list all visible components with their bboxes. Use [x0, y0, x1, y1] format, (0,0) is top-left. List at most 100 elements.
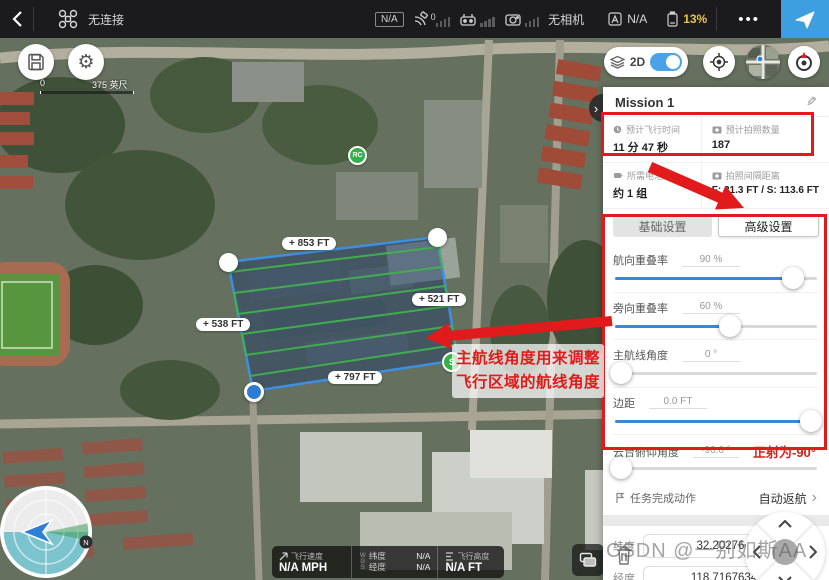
app-screen: S RC + 853 FT + 521 FT + 538 FT + 797 FT…: [0, 0, 829, 580]
rc-signal-bars: [480, 17, 495, 27]
map-mode-pill: 2D: [604, 47, 688, 77]
edge-length-label-right: + 521 FT: [412, 293, 466, 306]
flight-compass: N: [0, 484, 98, 580]
speed-icon: [279, 552, 288, 561]
side-overlap-value[interactable]: 60 %: [682, 301, 740, 314]
flight-mode-value: N/A: [627, 12, 647, 26]
edit-mission-icon[interactable]: ✎: [806, 94, 817, 110]
gps-mode-badge: N/A: [375, 12, 404, 27]
back-icon[interactable]: [12, 10, 23, 28]
satellite-icon: [413, 11, 430, 27]
mission-panel: Mission 1 ✎ 预计飞行时间 11 分 47 秒 预计拍照数量 187 …: [603, 87, 829, 580]
camera-icon: [712, 125, 722, 134]
telemetry-altitude: 飞行高度 N/A FT: [437, 546, 504, 578]
aircraft-icon: [58, 9, 78, 29]
crosshair-icon: [709, 52, 729, 72]
altitude-icon: [445, 552, 454, 561]
flag-icon: [615, 492, 625, 504]
map-type-icon: [579, 552, 597, 568]
minimap-button[interactable]: [746, 45, 780, 79]
satellite-signal-bars: [436, 17, 451, 27]
rc-location-marker: RC: [348, 146, 367, 165]
remote-controller-icon: [459, 12, 477, 27]
map-mode-label: 2D: [630, 55, 645, 69]
layers-icon: [610, 55, 625, 69]
chevron-right-icon: ›: [812, 493, 817, 503]
locate-me-button[interactable]: [703, 46, 735, 78]
finish-action-row[interactable]: 任务完成动作 自动返航 ›: [603, 482, 829, 515]
battery-percent: 13%: [683, 12, 707, 26]
save-icon: [27, 53, 45, 71]
slider-row-margin: 边距0.0 FT: [613, 388, 819, 436]
mission-title: Mission 1: [615, 95, 674, 110]
slider-row-course-angle: 主航线角度0 °: [613, 340, 819, 388]
polygon-vertex-handle[interactable]: [428, 228, 447, 247]
tab-advanced-settings[interactable]: 高级设置: [718, 215, 819, 237]
course-angle-slider[interactable]: [615, 372, 817, 375]
stat-photo-interval: 拍照间隔距离 F: 21.3 FT / S: 113.6 FT: [702, 163, 829, 209]
battery-small-icon: [613, 171, 623, 180]
interval-icon: [712, 171, 722, 180]
polygon-vertex-handle[interactable]: [219, 253, 238, 272]
margin-slider[interactable]: [615, 420, 817, 423]
more-menu-button[interactable]: •••: [726, 11, 772, 28]
edge-length-label-bottom: + 797 FT: [328, 371, 382, 384]
compass-reset-button[interactable]: [788, 46, 820, 78]
gear-icon: ⚙: [77, 53, 94, 72]
settings-tabs: 基础设置 高级设置: [603, 209, 829, 245]
video-signal-bars: [525, 17, 540, 27]
slider-row-gimbal-pitch: 云台俯仰角度-90.0 °正射为-90°: [613, 435, 819, 482]
gimbal-pitch-slider[interactable]: [615, 467, 817, 470]
takeoff-button[interactable]: [781, 0, 829, 38]
status-bar: 无连接 N/A 0 无相机 N/A 1: [0, 0, 829, 38]
telemetry-bar: 飞行速度 N/A MPH WGS 纬度N/A 经度N/A 飞行高度 N/A FT: [272, 546, 504, 578]
map-scale-start: 0: [40, 78, 45, 88]
map-layer-button[interactable]: [572, 544, 604, 576]
telemetry-coords: WGS 纬度N/A 经度N/A: [351, 546, 438, 578]
datum-label: WGS: [359, 553, 366, 571]
flight-mode-icon: [607, 11, 623, 27]
stat-flight-time: 预计飞行时间 11 分 47 秒: [603, 117, 702, 163]
advanced-settings-sliders: 航向重叠率90 % 旁向重叠率60 % 主航线角度0 ° 边距0.0 FT 云台…: [603, 245, 829, 482]
map-scale-bar: [40, 91, 134, 94]
mission-stats: 预计飞行时间 11 分 47 秒 预计拍照数量 187 所需电池数 约 1 组 …: [603, 117, 829, 209]
clock-icon: [613, 125, 622, 134]
margin-value[interactable]: 0.0 FT: [649, 396, 707, 409]
minimap-thumbnail: [746, 45, 780, 79]
telemetry-speed: 飞行速度 N/A MPH: [272, 546, 351, 578]
stat-battery-count: 所需电池数 约 1 组: [603, 163, 702, 209]
edge-length-label-top: + 853 FT: [282, 237, 336, 250]
dpad-right-icon[interactable]: [809, 545, 817, 559]
gimbal-annotation: 正射为-90°: [753, 442, 816, 461]
slider-row-side-overlap: 旁向重叠率60 %: [613, 293, 819, 341]
finish-action-value: 自动返航: [759, 490, 807, 507]
divider: [716, 7, 717, 31]
camera-signal-icon: [504, 12, 522, 27]
map-scale-end: 375 英尺: [92, 78, 128, 91]
battery-icon: [666, 11, 679, 28]
forward-overlap-value[interactable]: 90 %: [682, 254, 740, 267]
connection-status: 无连接: [88, 11, 124, 28]
dpad-up-icon[interactable]: [778, 520, 792, 528]
annotation-note: 主航线角度用来调整 飞行区域的航线角度: [452, 344, 604, 398]
course-angle-value[interactable]: 0 °: [682, 349, 740, 362]
save-mission-button[interactable]: [18, 44, 54, 80]
satellite-count: 0: [431, 12, 436, 22]
north-label: N: [83, 538, 88, 547]
tab-basic-settings[interactable]: 基础设置: [613, 215, 712, 237]
side-overlap-slider[interactable]: [615, 325, 817, 328]
stat-photo-count: 预计拍照数量 187: [702, 117, 829, 163]
watermark: CSDN @一别如斯AA: [606, 534, 807, 563]
compass-needle-icon: [793, 51, 815, 73]
camera-status: 无相机: [548, 11, 584, 28]
mission-settings-button[interactable]: ⚙: [68, 44, 104, 80]
forward-overlap-slider[interactable]: [615, 277, 817, 280]
edge-length-label-left: + 538 FT: [196, 318, 250, 331]
dpad-down-icon[interactable]: [778, 576, 792, 580]
gimbal-pitch-value[interactable]: -90.0 °: [693, 445, 739, 458]
divider: [33, 7, 34, 31]
slider-row-forward-overlap: 航向重叠率90 %: [613, 245, 819, 293]
map-mode-toggle[interactable]: [650, 53, 682, 71]
airplane-icon: [794, 8, 816, 30]
polygon-vertex-handle-selected[interactable]: [244, 382, 264, 402]
